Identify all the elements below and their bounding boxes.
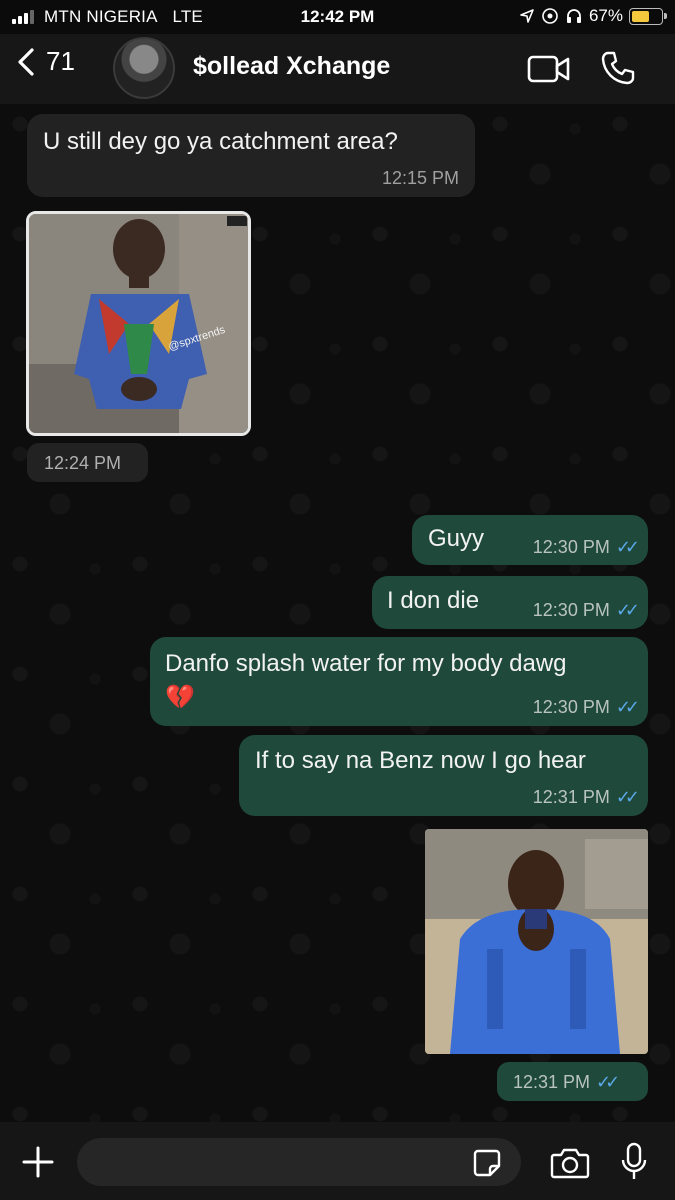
outgoing-message[interactable]: I don die 12:30 PM ✓✓ bbox=[372, 576, 648, 629]
message-text: U still dey go ya catchment area? bbox=[43, 128, 398, 155]
alarm-icon bbox=[542, 8, 558, 24]
message-time: 12:30 PM ✓✓ bbox=[532, 697, 640, 718]
status-indicators: 67% bbox=[519, 6, 667, 26]
camera-icon[interactable] bbox=[550, 1147, 590, 1179]
message-time: 12:15 PM bbox=[382, 168, 459, 189]
read-receipt-icon: ✓✓ bbox=[615, 787, 640, 807]
broken-heart-emoji: 💔 bbox=[165, 684, 195, 711]
composer-bar bbox=[0, 1122, 675, 1200]
photo-timestamp: 12:24 PM bbox=[27, 443, 148, 482]
outgoing-message[interactable]: Guyy 12:30 PM ✓✓ bbox=[412, 515, 648, 565]
read-receipt-icon: ✓✓ bbox=[596, 1072, 620, 1092]
outgoing-photo[interactable] bbox=[425, 829, 648, 1054]
child-photo-image bbox=[29, 214, 248, 433]
timestamp: 12:24 PM bbox=[44, 453, 122, 473]
timestamp: 12:30 PM bbox=[532, 537, 610, 557]
battery-nub bbox=[664, 12, 667, 19]
read-receipt-icon: ✓✓ bbox=[615, 697, 640, 717]
headphones-icon bbox=[566, 9, 581, 23]
back-button[interactable]: 71 bbox=[16, 46, 75, 77]
outgoing-message[interactable]: If to say na Benz now I go hear 12:31 PM… bbox=[239, 735, 648, 816]
incoming-message[interactable]: U still dey go ya catchment area? 12:15 … bbox=[27, 114, 475, 197]
message-text: Guyy bbox=[428, 525, 485, 552]
message-time: 12:31 PM ✓✓ bbox=[513, 1072, 620, 1093]
timestamp: 12:31 PM bbox=[513, 1072, 591, 1092]
timestamp: 12:31 PM bbox=[532, 787, 610, 807]
video-call-icon[interactable] bbox=[527, 54, 571, 84]
message-time: 12:30 PM ✓✓ bbox=[532, 600, 640, 621]
message-input[interactable] bbox=[77, 1138, 521, 1186]
battery-percent: 67% bbox=[588, 6, 623, 25]
incoming-photo[interactable]: @spxtrends bbox=[26, 211, 251, 436]
message-text: I don die bbox=[387, 587, 480, 614]
photo-timestamp: 12:31 PM ✓✓ bbox=[497, 1062, 648, 1101]
message-text: If to say na Benz now I go hear bbox=[255, 747, 586, 774]
contact-name[interactable]: $ollead Xchange bbox=[193, 52, 390, 81]
status-bar: MTN NIGERIA LTE 12:42 PM 67% bbox=[0, 0, 675, 34]
message-text: Danfo splash water for my body dawg bbox=[165, 650, 567, 677]
read-receipt-icon: ✓✓ bbox=[615, 537, 640, 557]
timestamp: 12:30 PM bbox=[532, 600, 610, 620]
plus-icon[interactable] bbox=[22, 1146, 54, 1178]
chat-header: 71 $ollead Xchange bbox=[0, 34, 675, 104]
message-time: 12:31 PM ✓✓ bbox=[532, 787, 640, 808]
outgoing-message[interactable]: Danfo splash water for my body dawg 💔 12… bbox=[150, 637, 648, 726]
location-icon bbox=[520, 9, 534, 23]
battery-icon bbox=[629, 7, 667, 25]
microphone-icon[interactable] bbox=[620, 1142, 648, 1182]
battery-fill bbox=[632, 10, 649, 22]
chevron-left-icon bbox=[18, 47, 34, 76]
phone-call-icon[interactable] bbox=[600, 50, 636, 86]
unread-count: 71 bbox=[46, 46, 75, 76]
timestamp: 12:30 PM bbox=[532, 697, 610, 717]
man-photo-image bbox=[425, 829, 648, 1054]
read-receipt-icon: ✓✓ bbox=[615, 600, 640, 620]
message-time: 12:30 PM ✓✓ bbox=[532, 537, 640, 558]
timestamp: 12:15 PM bbox=[381, 168, 459, 188]
sticker-icon[interactable] bbox=[472, 1148, 502, 1178]
contact-avatar[interactable] bbox=[113, 37, 175, 99]
